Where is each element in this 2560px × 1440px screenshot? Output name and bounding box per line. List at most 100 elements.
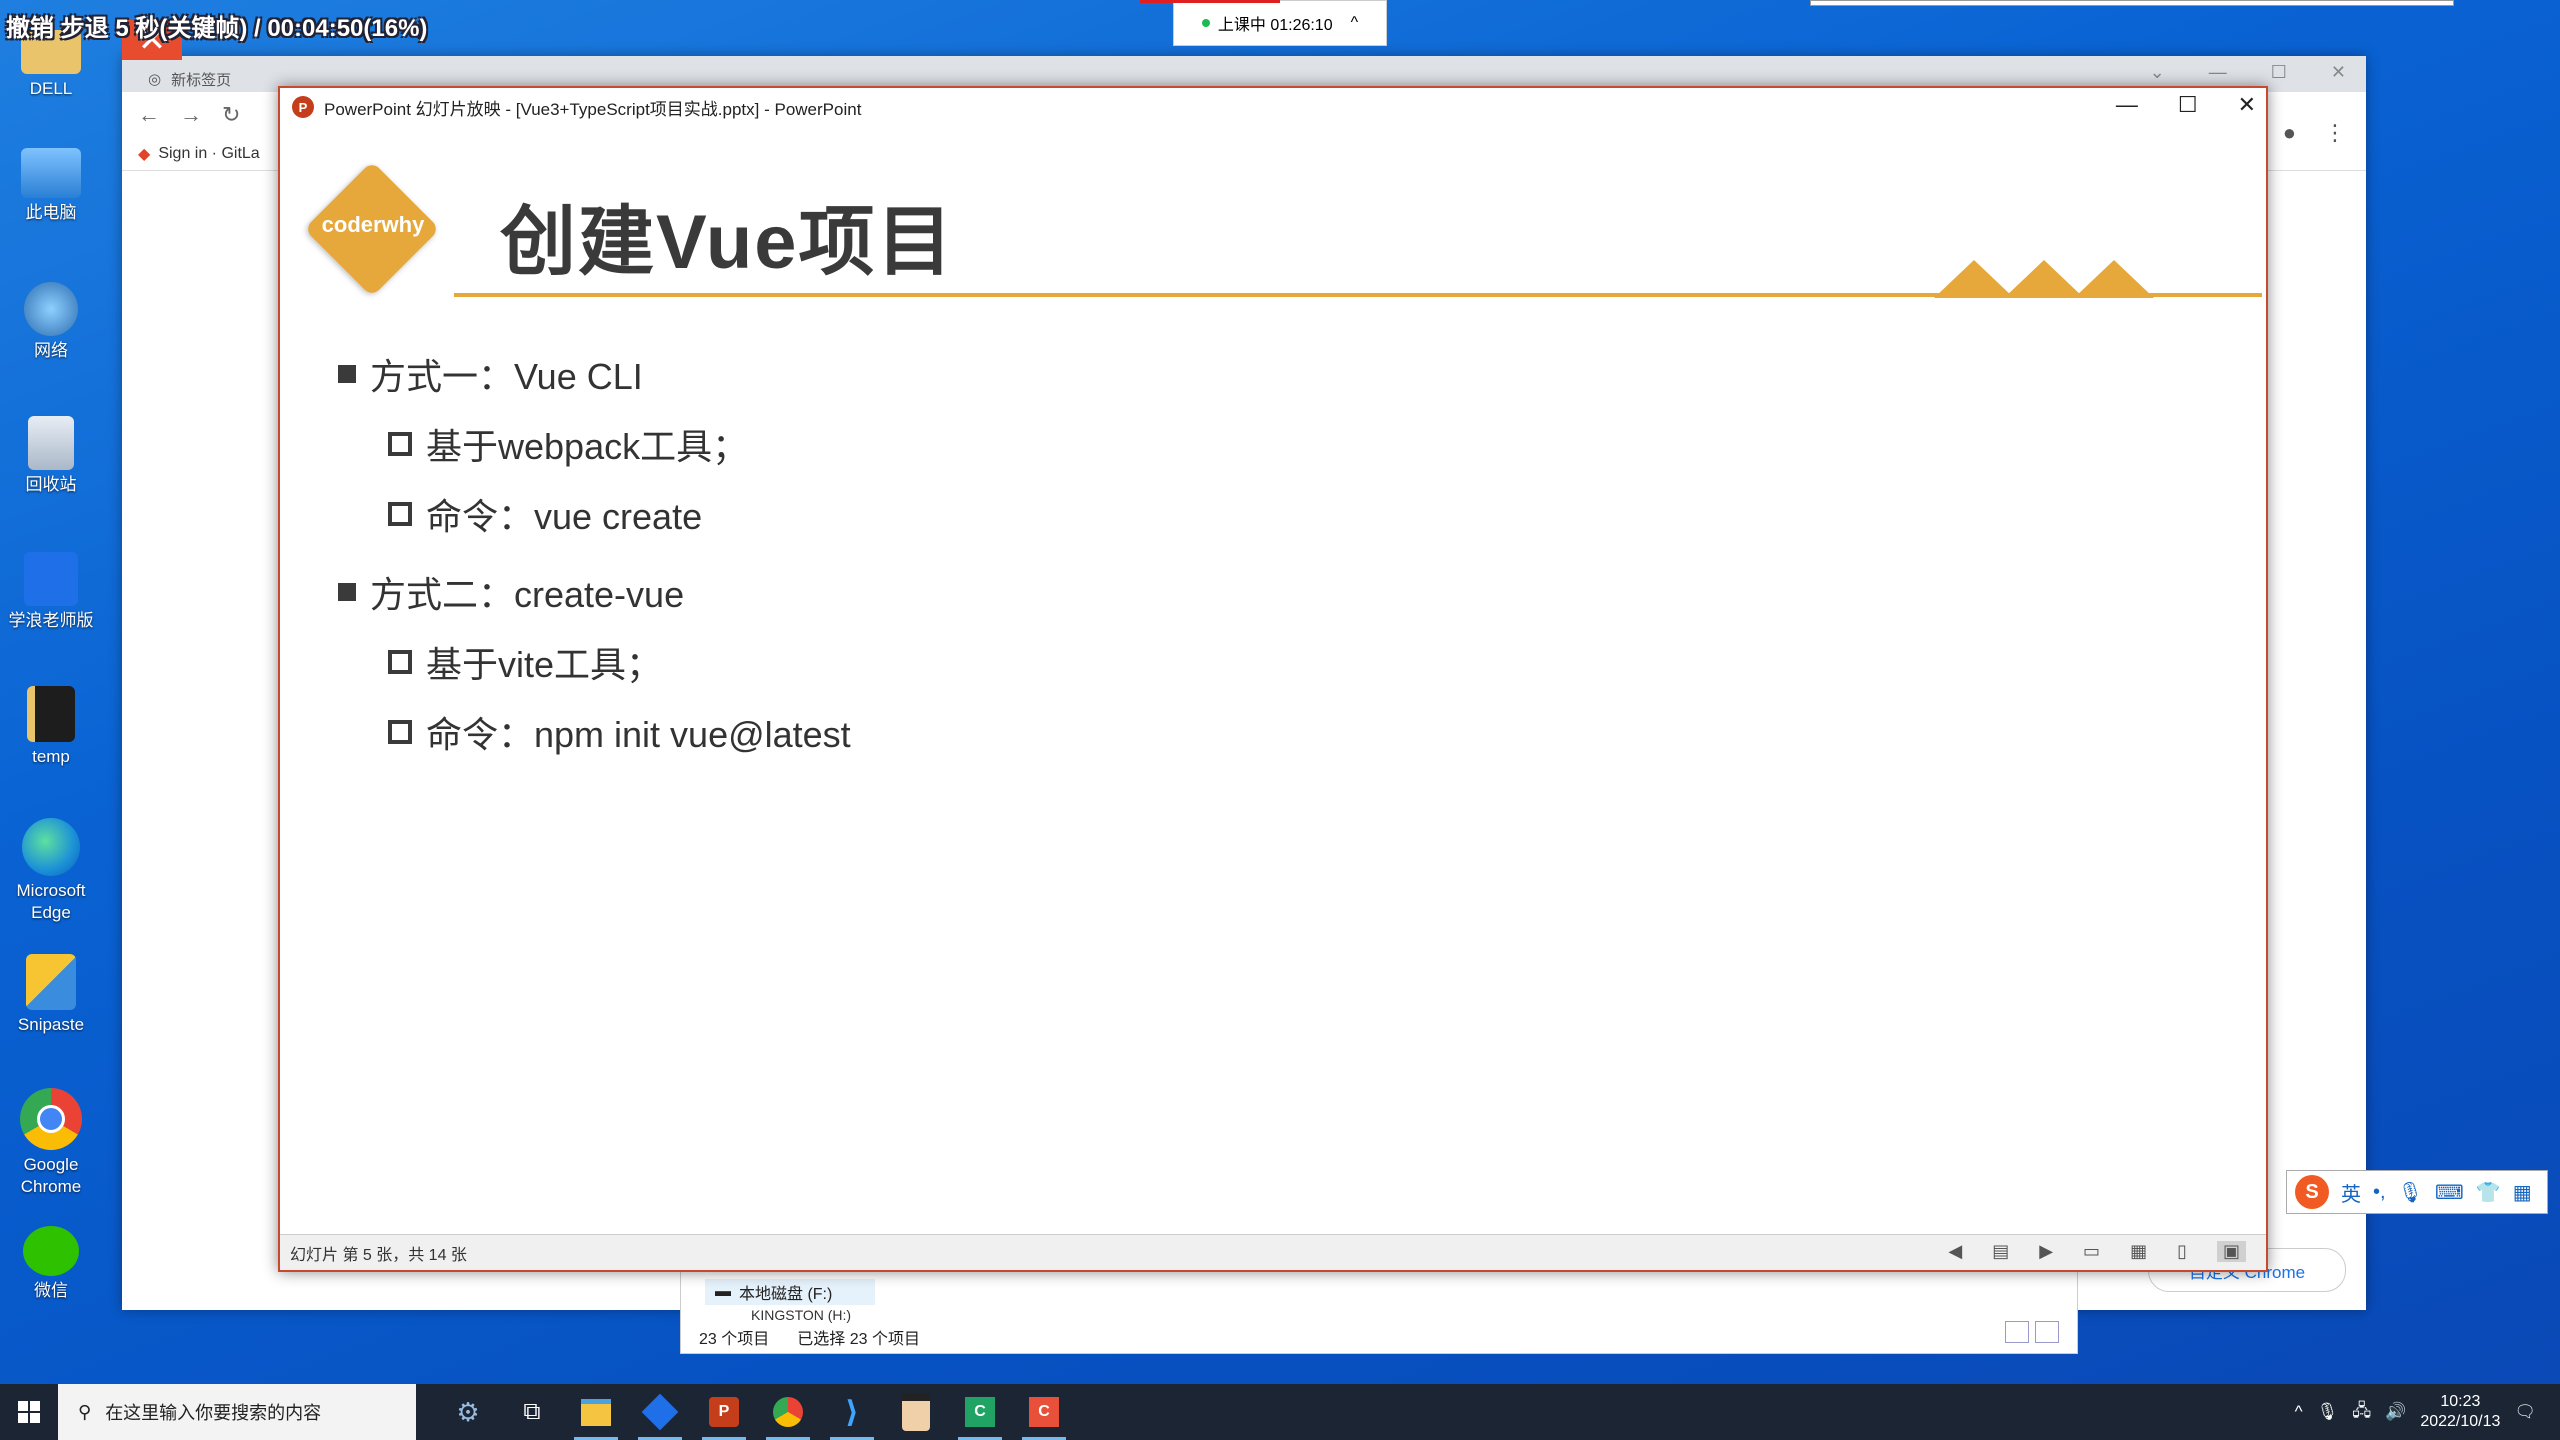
desktop-icon-label: 网络 (34, 341, 68, 360)
volume-icon[interactable]: 🔊 (2385, 1402, 2406, 1422)
selected-count: 已选择 23 个项目 (797, 1331, 920, 1348)
tab-label: 新标签页 (171, 71, 232, 89)
slide-canvas: coderwhy 创建Vue项目 方式一：Vue CLI 基于webpack工具… (284, 128, 2262, 1228)
taskbar: ⚲ 在这里输入你要搜索的内容 ⚙ ⧉ P ⟩ C C ^ 🎙 🖧 🔊 10:23… (0, 1384, 2560, 1440)
forward-icon[interactable]: → (180, 102, 202, 128)
recording-indicator (1140, 0, 1280, 3)
close-icon[interactable]: ✕ (2238, 92, 2256, 118)
slideshow-view-icon[interactable]: ▣ (2216, 1241, 2246, 1262)
bullet-level1: 方式一：Vue CLI (338, 348, 643, 400)
tab-search-icon[interactable]: ⌄ (2150, 62, 2165, 83)
recorder-overlay-text: 撤销 步退 5 秒(关键帧) / 00:04:50(16%) (6, 15, 428, 42)
ppt-window-controls: — ☐ ✕ (2116, 92, 2256, 118)
profile-icon[interactable]: ● (2283, 120, 2296, 146)
tiles-view-icon[interactable] (2035, 1321, 2059, 1343)
desktop-icon-label: Microsoft Edge (16, 881, 86, 922)
drive-item[interactable]: ▬ 本地磁盘 (F:) (705, 1279, 875, 1305)
maximize-icon[interactable]: ☐ (2271, 62, 2287, 83)
slide-counter: 幻灯片 第 5 张，共 14 张 (290, 1246, 467, 1264)
back-icon[interactable]: ← (138, 102, 160, 128)
computer-icon (21, 148, 81, 198)
bullet-text: 命令：npm init vue@latest (426, 714, 851, 755)
desktop-icon-label: Snipaste (17, 1015, 85, 1034)
desktop-icon-label: 此电脑 (25, 203, 77, 222)
live-status-pill[interactable]: 上课中 01:26:10 ^ (1173, 0, 1387, 46)
system-tray: ^ 🎙 🖧 🔊 10:23 2022/10/13 🗨 (2295, 1384, 2560, 1440)
xuelang-icon (641, 1393, 679, 1431)
chrome-tab-icon: ◎ (148, 71, 162, 88)
ppt-view-controls: ◀ ▤ ▶ ▭ ▦ ▯ ▣ (1948, 1241, 2246, 1262)
hollow-square-bullet-icon (388, 720, 412, 744)
taskbar-app-chrome[interactable] (756, 1384, 820, 1440)
normal-view-icon[interactable]: ▭ (2083, 1241, 2100, 1262)
maximize-icon[interactable]: ☐ (2178, 92, 2198, 118)
bullet-level2: 基于webpack工具； (388, 418, 748, 470)
desktop-icon-chrome[interactable]: Google Chrome (8, 1088, 94, 1198)
green-c-icon: C (965, 1397, 995, 1427)
person-icon (902, 1393, 930, 1431)
hollow-square-bullet-icon (388, 432, 412, 456)
desktop-icon-xuelang[interactable]: 学浪老师版 (8, 552, 94, 632)
desktop-icon-label: temp (32, 747, 70, 766)
view-toggle (2005, 1321, 2059, 1343)
menu-icon[interactable]: ⋮ (2324, 120, 2346, 146)
taskbar-app-powerpoint[interactable]: P (692, 1384, 756, 1440)
notification-icon[interactable]: 🗨 (2514, 1402, 2536, 1422)
clock[interactable]: 10:23 2022/10/13 (2420, 1392, 2500, 1432)
microphone-icon[interactable]: 🎙 (2317, 1402, 2339, 1422)
mountain-decoration (1934, 260, 2154, 298)
ime-language[interactable]: 英 (2341, 1178, 2361, 1207)
next-slide-icon[interactable]: ▶ (2039, 1241, 2053, 1262)
taskbar-search-box[interactable]: ⚲ 在这里输入你要搜索的内容 (58, 1384, 416, 1440)
desktop-icon-this-pc[interactable]: 此电脑 (8, 148, 94, 224)
taskbar-app-green-c[interactable]: C (948, 1384, 1012, 1440)
desktop-icon-temp[interactable]: temp (8, 686, 94, 768)
drive-item-secondary[interactable]: KINGSTON (H:) (751, 1307, 851, 1323)
slide-sorter-icon[interactable]: ▦ (2130, 1241, 2147, 1262)
previous-slide-icon[interactable]: ◀ (1948, 1241, 1962, 1262)
desktop-icon-label: Google Chrome (20, 1155, 82, 1196)
keyboard-icon[interactable]: ⌨ (2435, 1180, 2464, 1205)
reading-view-icon[interactable]: ▯ (2177, 1241, 2187, 1262)
drive-label: 本地磁盘 (F:) (739, 1286, 833, 1303)
windows-logo-icon (18, 1401, 40, 1423)
desktop-icon-network[interactable]: 网络 (8, 282, 94, 362)
collapse-icon[interactable]: ^ (1351, 14, 1359, 32)
chevron-up-icon[interactable]: ^ (2295, 1402, 2303, 1422)
reload-icon[interactable]: ↻ (222, 102, 240, 128)
taskbar-app-explorer[interactable] (564, 1384, 628, 1440)
recycle-bin-icon (28, 416, 74, 470)
bookmark-gitlab[interactable]: Sign in · GitLa (158, 145, 259, 163)
slide-title: 创建Vue项目 (500, 200, 955, 285)
minimize-icon[interactable]: — (2116, 92, 2138, 118)
taskbar-app-red-c[interactable]: C (1012, 1384, 1076, 1440)
slide-menu-icon[interactable]: ▤ (1992, 1241, 2009, 1262)
xuelang-icon (24, 552, 78, 606)
close-icon[interactable]: ✕ (2331, 62, 2346, 83)
desktop-icon-edge[interactable]: Microsoft Edge (8, 818, 94, 924)
microphone-icon[interactable]: 🎙 (2398, 1180, 2423, 1205)
taskbar-app-assistant[interactable]: ⚙ (436, 1384, 500, 1440)
desktop-icon-wechat[interactable]: 微信 (8, 1226, 94, 1302)
clock-time: 10:23 (2440, 1393, 2481, 1410)
snipaste-icon (26, 954, 76, 1010)
skin-icon[interactable]: 👕 (2476, 1180, 2501, 1205)
taskbar-app-xuelang[interactable] (628, 1384, 692, 1440)
minimize-icon[interactable]: — (2209, 62, 2227, 83)
taskbar-task-view[interactable]: ⧉ (500, 1384, 564, 1440)
sogou-icon[interactable]: S (2295, 1175, 2329, 1209)
explorer-status-bar: 23 个项目 已选择 23 个项目 (699, 1325, 920, 1349)
desktop-icon-recycle-bin[interactable]: 回收站 (8, 416, 94, 496)
taskbar-app-vscode[interactable]: ⟩ (820, 1384, 884, 1440)
toolbox-icon[interactable]: ▦ (2513, 1180, 2532, 1205)
window-title: PowerPoint 幻灯片放映 - [Vue3+TypeScript项目实战.… (324, 99, 862, 119)
taskbar-app-avatar[interactable] (884, 1384, 948, 1440)
start-button[interactable] (0, 1384, 58, 1440)
chrome-icon (773, 1397, 803, 1427)
wechat-icon (23, 1226, 79, 1276)
punctuation-icon[interactable]: •, (2373, 1181, 2386, 1204)
desktop-icon-snipaste[interactable]: Snipaste (8, 954, 94, 1036)
network-icon[interactable]: 🖧 (2352, 1398, 2371, 1427)
details-view-icon[interactable] (2005, 1321, 2029, 1343)
edge-icon (22, 818, 80, 876)
